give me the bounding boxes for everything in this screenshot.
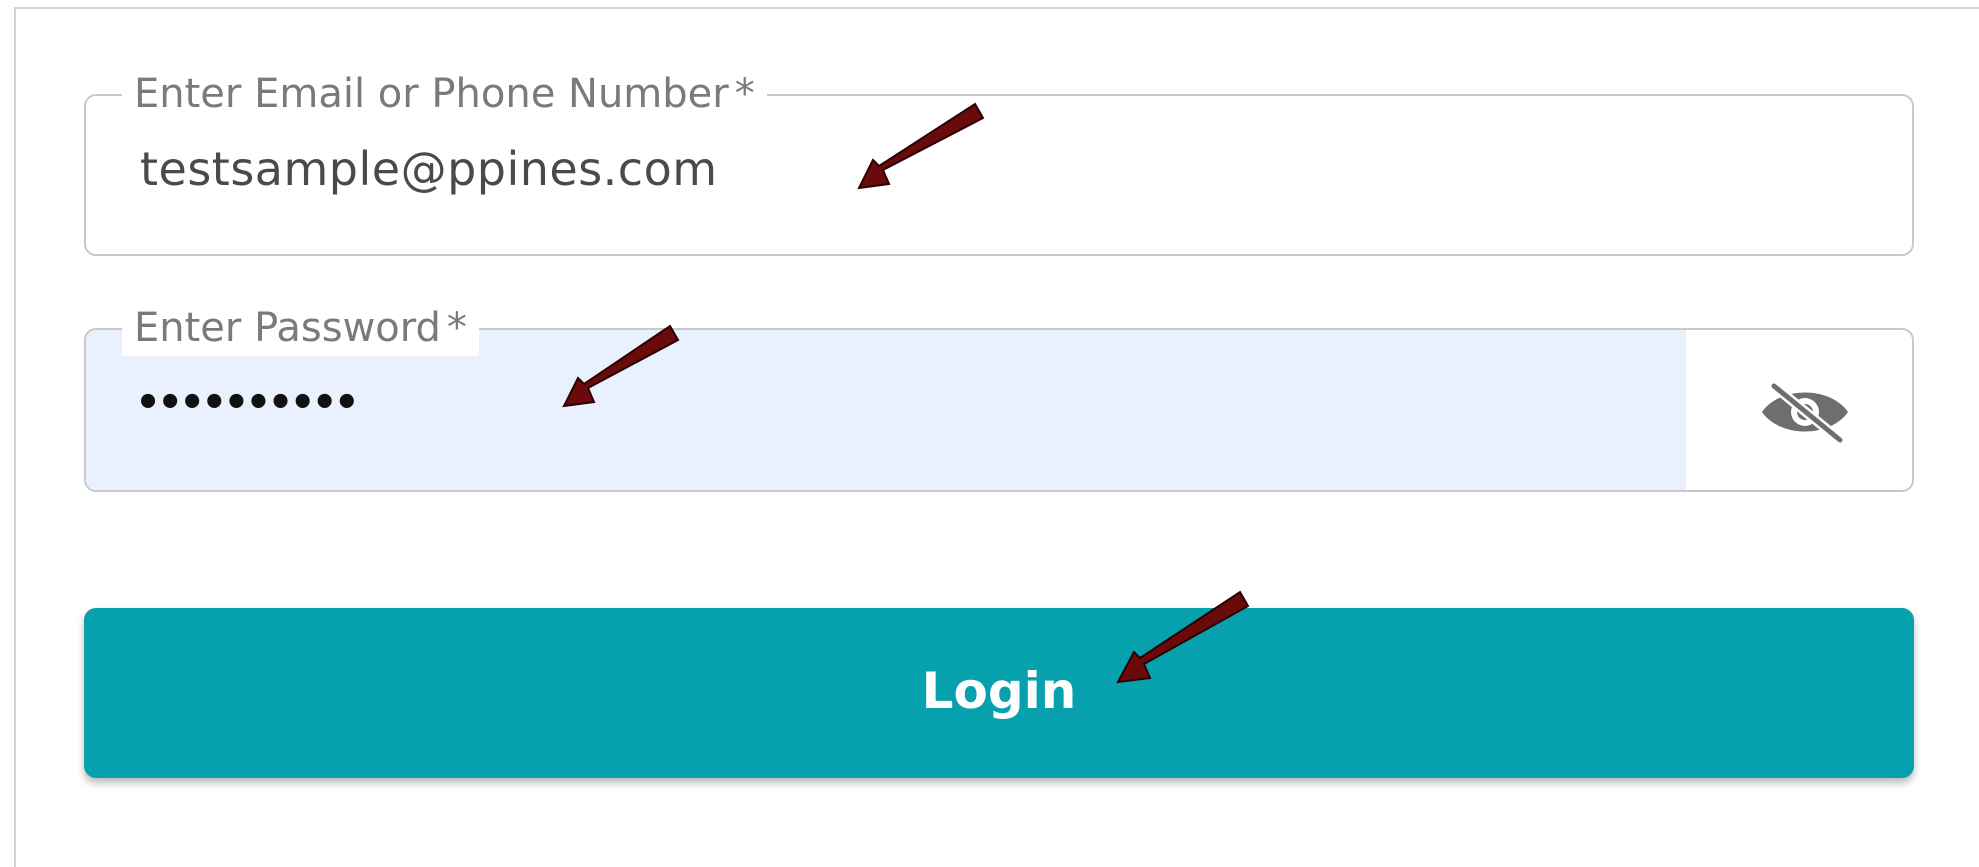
- eye-off-icon[interactable]: [1758, 380, 1852, 445]
- password-field[interactable]: Enter Password * ••••••••••: [84, 300, 1914, 492]
- email-field[interactable]: Enter Email or Phone Number * testsample@…: [84, 66, 1914, 256]
- required-mark: *: [446, 305, 467, 351]
- password-label: Enter Password *: [122, 300, 479, 356]
- login-button[interactable]: Login: [84, 608, 1914, 778]
- required-mark: *: [734, 71, 755, 117]
- email-label: Enter Email or Phone Number *: [122, 66, 767, 122]
- password-input-value[interactable]: ••••••••••: [136, 380, 359, 426]
- email-input-value[interactable]: testsample@ppines.com: [140, 142, 718, 196]
- login-button-label: Login: [921, 662, 1077, 720]
